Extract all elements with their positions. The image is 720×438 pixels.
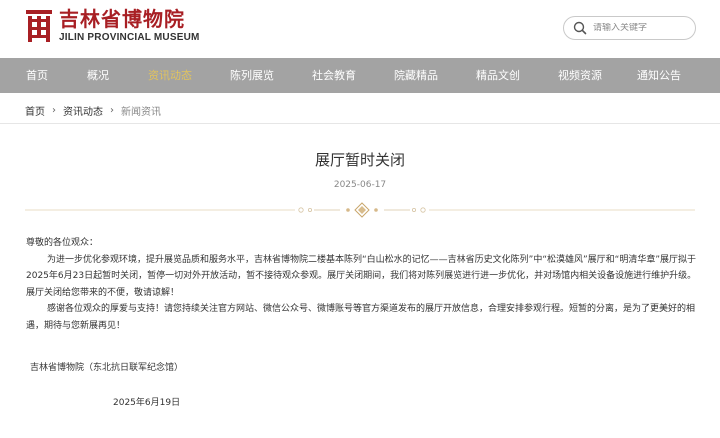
ornamental-divider	[25, 202, 695, 218]
museum-logo-icon	[26, 10, 52, 42]
logo-english-name: JILIN PROVINCIAL MUSEUM	[59, 32, 200, 43]
search-input[interactable]	[593, 23, 688, 33]
chevron-right-icon: ›	[110, 105, 114, 116]
nav-item-education[interactable]: 社会教育	[293, 58, 375, 93]
article-paragraph: 感谢各位观众的厚爱与支持！请您持续关注官方网站、微信公众号、微博账号等官方渠道发…	[26, 304, 696, 331]
nav-item-news[interactable]: 资讯动态	[129, 58, 211, 93]
article-signature: 吉林省博物院（东北抗日联军纪念馆）	[30, 363, 184, 373]
breadcrumb-home[interactable]: 首页	[25, 103, 45, 118]
nav-item-home[interactable]: 首页	[7, 58, 67, 93]
nav-item-overview[interactable]: 概况	[67, 58, 129, 93]
article-title: 展厅暂时关闭	[314, 151, 405, 169]
article-greeting: 尊敬的各位观众：	[26, 238, 99, 248]
nav-item-collections[interactable]: 院藏精品	[375, 58, 457, 93]
article-sign-date: 2025年6月19日	[113, 398, 181, 408]
nav-item-exhibitions[interactable]: 陈列展览	[211, 58, 293, 93]
search-box[interactable]	[563, 16, 696, 40]
site-logo[interactable]: 吉林省博物院 JILIN PROVINCIAL MUSEUM	[25, 9, 200, 43]
site-header: 吉林省博物院 JILIN PROVINCIAL MUSEUM	[0, 0, 720, 58]
logo-chinese-name: 吉林省博物院	[59, 7, 185, 31]
search-icon[interactable]	[573, 21, 587, 35]
breadcrumb-section[interactable]: 资讯动态	[63, 103, 103, 118]
main-nav: 首页 概况 资讯动态 陈列展览 社会教育 院藏精品 精品文创 视频资源 通知公告	[0, 58, 720, 93]
nav-item-cultural-products[interactable]: 精品文创	[457, 58, 539, 93]
article-paragraph: 为进一步优化参观环境，提升展览品质和服务水平，吉林省博物院二楼基本陈列“白山松水…	[26, 254, 697, 298]
breadcrumb-divider	[0, 123, 720, 124]
article-date: 2025-06-17	[333, 180, 387, 190]
article-body: 尊敬的各位观众： 为进一步优化参观环境，提升展览品质和服务水平，吉林省博物院二楼…	[26, 235, 698, 334]
breadcrumb-current: 新闻资讯	[121, 107, 161, 118]
chevron-right-icon: ›	[52, 105, 56, 116]
nav-item-videos[interactable]: 视频资源	[539, 58, 621, 93]
breadcrumb: 首页 › 资讯动态 › 新闻资讯	[25, 103, 161, 118]
nav-item-notices[interactable]: 通知公告	[621, 58, 697, 93]
